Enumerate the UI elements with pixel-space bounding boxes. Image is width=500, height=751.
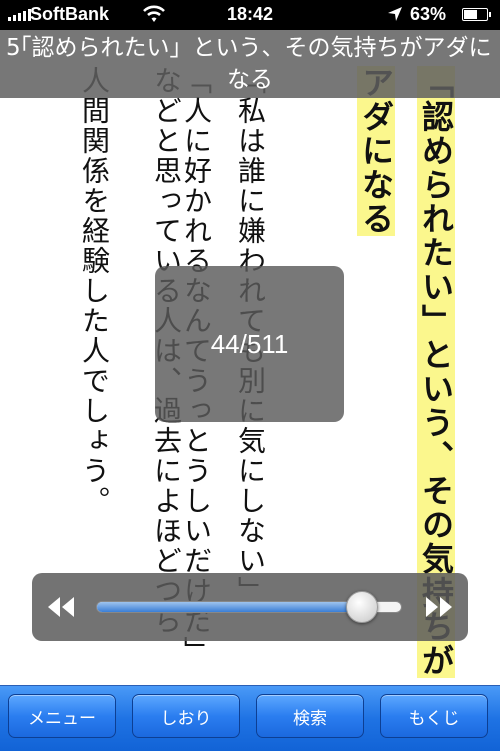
bottom-toolbar: メニュー しおり 検索 もくじ	[0, 685, 500, 751]
bookmark-button[interactable]: しおり	[132, 694, 240, 738]
fast-forward-icon	[424, 595, 454, 619]
page-indicator-text: 44/511	[210, 328, 289, 359]
status-bar: SoftBank 18:42 63%	[0, 0, 500, 30]
chapter-title: 「認められたい」という、その気持ちがアダになる	[8, 35, 492, 93]
chapter-title-bar: 5 「認められたい」という、その気持ちがアダになる	[0, 30, 500, 98]
menu-button[interactable]: メニュー	[8, 694, 116, 738]
page-slider-panel	[32, 573, 468, 641]
chapter-number: 5	[6, 35, 21, 61]
battery-percent: 63%	[410, 4, 447, 24]
toc-button[interactable]: もくじ	[380, 694, 488, 738]
fast-forward-button[interactable]	[422, 590, 456, 624]
search-button[interactable]: 検索	[256, 694, 364, 738]
page-slider-fill	[97, 602, 364, 612]
page-indicator: 44/511	[155, 266, 344, 422]
rewind-button[interactable]	[44, 590, 78, 624]
location-arrow-icon	[387, 6, 403, 27]
battery-icon	[462, 8, 491, 21]
rewind-icon	[46, 595, 76, 619]
page-slider-thumb[interactable]	[346, 591, 379, 623]
body-line-4: 人間関係を経験した人でしょう。	[78, 66, 111, 516]
